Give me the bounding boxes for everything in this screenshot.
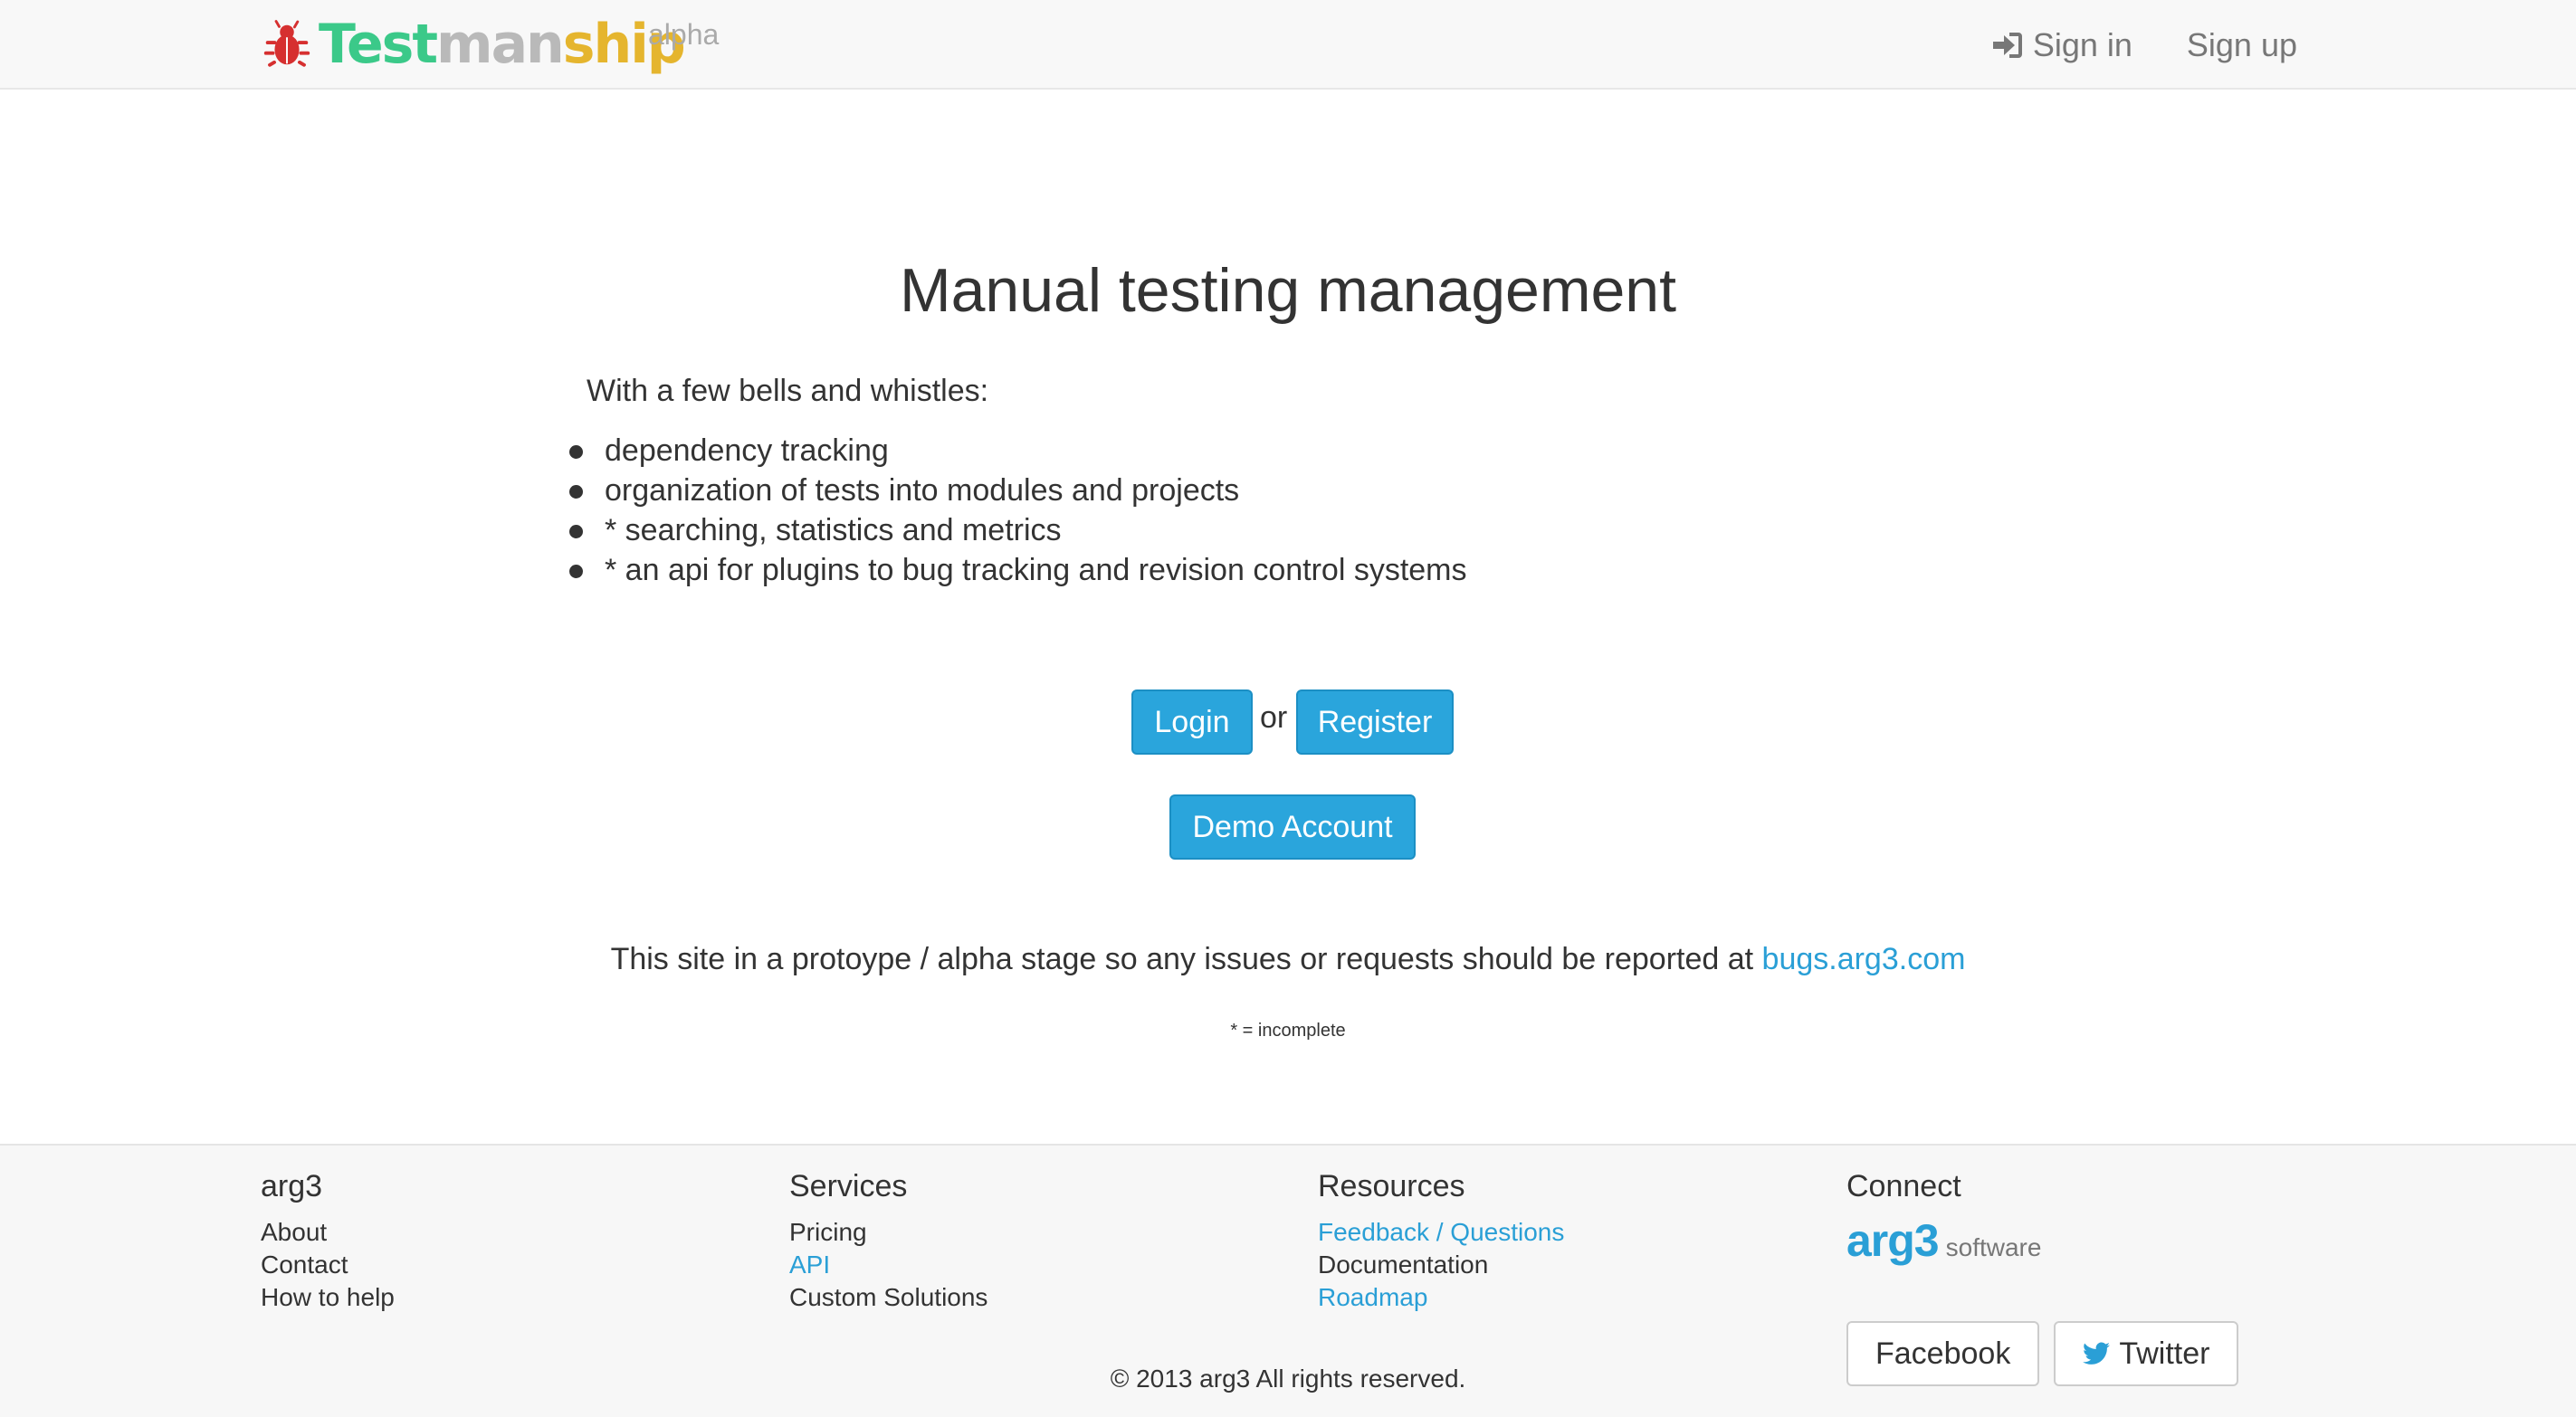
alpha-notice: This site in a protoype / alpha stage so…: [0, 939, 2576, 979]
brand-name: Testmanship: [319, 13, 686, 76]
footer-column-resources: Resources Feedback / Questions Documenta…: [1318, 1164, 1564, 1314]
footer-link-documentation[interactable]: Documentation: [1318, 1249, 1564, 1281]
incomplete-footnote: * = incomplete: [1230, 1021, 1346, 1041]
feature-item: organization of tests into modules and p…: [569, 471, 1467, 510]
footer-heading: Connect: [1846, 1169, 1961, 1203]
top-navbar: Testmanship alpha Sign in Sign up: [0, 0, 2576, 90]
copyright-text: © 2013 arg3 All rights reserved.: [1110, 1365, 1466, 1393]
arg3-logo-mark: arg3: [1846, 1215, 1940, 1266]
footer-heading: Services: [789, 1169, 908, 1203]
footer-link-feedback[interactable]: Feedback / Questions: [1318, 1216, 1564, 1249]
login-button[interactable]: Login: [1131, 689, 1253, 755]
brand-tag: alpha: [648, 18, 720, 51]
arg3-software-logo[interactable]: arg3 software: [1846, 1214, 2041, 1267]
page-title: Manual testing management: [899, 256, 1677, 325]
demo-account-button[interactable]: Demo Account: [1169, 794, 1416, 860]
sign-in-icon: [1992, 33, 2022, 58]
footer-link-how-to-help[interactable]: How to help: [261, 1281, 395, 1314]
feature-item: * searching, statistics and metrics: [569, 510, 1467, 550]
sign-up-link[interactable]: Sign up: [2187, 26, 2297, 64]
footer-heading: Resources: [1318, 1169, 1465, 1203]
footer-column-connect: Connect arg3 software Facebook Twitter: [1846, 1164, 2239, 1386]
intro-text: With a few bells and whistles:: [587, 374, 989, 408]
footer-link-contact[interactable]: Contact: [261, 1249, 395, 1281]
footer-column-services: Services Pricing API Custom Solutions: [789, 1164, 987, 1314]
brand-logo[interactable]: Testmanship: [259, 13, 686, 76]
twitter-icon: [2083, 1342, 2111, 1365]
footer-column-arg3: arg3 About Contact How to help: [261, 1164, 395, 1314]
arg3-logo-sub: software: [1945, 1233, 2042, 1261]
footer-link-api[interactable]: API: [789, 1249, 987, 1281]
footer-heading: arg3: [261, 1169, 323, 1203]
sign-in-label: Sign in: [2032, 26, 2132, 63]
feature-item: dependency tracking: [569, 431, 1467, 471]
bug-icon: [263, 20, 310, 67]
footer-link-pricing[interactable]: Pricing: [789, 1216, 987, 1249]
footer-link-about[interactable]: About: [261, 1216, 395, 1249]
feature-item: * an api for plugins to bug tracking and…: [569, 550, 1467, 590]
or-separator: or: [1260, 700, 1288, 735]
nav-links: Sign in Sign up: [1989, 20, 2297, 71]
bug-tracker-link[interactable]: bugs.arg3.com: [1762, 942, 1966, 976]
notice-text: This site in a protoype / alpha stage so…: [610, 942, 1754, 976]
footer-link-custom-solutions[interactable]: Custom Solutions: [789, 1281, 987, 1314]
feature-list: dependency tracking organization of test…: [569, 431, 1467, 590]
footer-link-roadmap[interactable]: Roadmap: [1318, 1281, 1564, 1314]
sign-in-link[interactable]: Sign in: [1989, 26, 2132, 64]
register-button[interactable]: Register: [1296, 689, 1454, 755]
